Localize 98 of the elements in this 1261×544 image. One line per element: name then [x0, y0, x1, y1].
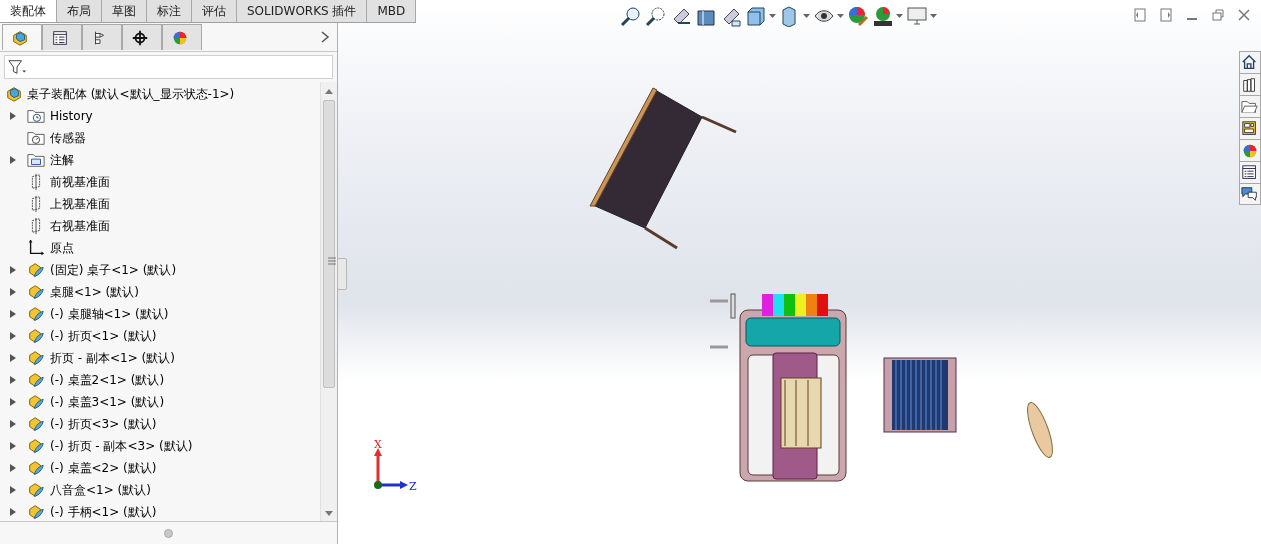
tree-item[interactable]: 传感器 — [50, 129, 86, 147]
magnifier-button[interactable] — [645, 5, 667, 27]
expand-arrow-icon[interactable] — [10, 442, 16, 450]
history-folder-icon — [26, 107, 46, 125]
tree-item[interactable]: History — [50, 109, 93, 123]
expand-arrow-icon[interactable] — [10, 508, 16, 516]
expand-arrow-icon[interactable] — [10, 310, 16, 318]
part-icon — [26, 459, 46, 477]
tree-item[interactable]: 桌腿<1> (默认) — [50, 283, 139, 301]
assembly-icon — [4, 85, 24, 103]
panel-tab[interactable] — [42, 24, 82, 50]
cube-icon[interactable] — [745, 5, 767, 27]
tree-item[interactable]: (-) 桌盖3<1> (默认) — [50, 393, 165, 411]
scroll-up-icon[interactable] — [325, 88, 333, 94]
expand-arrow-icon[interactable] — [10, 288, 16, 296]
expand-arrow-icon[interactable] — [10, 398, 16, 406]
list-icon[interactable] — [50, 28, 70, 47]
tree-item[interactable]: 八音盒<1> (默认) — [50, 481, 151, 499]
command-tab[interactable]: MBD — [367, 0, 417, 22]
origin-dot — [374, 481, 382, 489]
caret-icon[interactable] — [930, 14, 937, 18]
expand-arrow-icon[interactable] — [10, 376, 16, 384]
monitor-icon[interactable] — [906, 5, 928, 27]
part-icon — [26, 261, 46, 279]
tree-item[interactable]: (-) 折页 - 副本<3> (默认) — [50, 437, 193, 455]
origin-icon — [26, 239, 46, 257]
part-icon — [26, 327, 46, 345]
tree-item[interactable]: 右视基准面 — [50, 217, 110, 235]
scroll-down-icon[interactable] — [325, 511, 333, 517]
part-icon — [26, 371, 46, 389]
splitter-handle[interactable] — [164, 528, 173, 538]
annotation-folder-icon — [26, 151, 46, 169]
x-axis-arrow — [374, 448, 382, 484]
gauge-folder-icon — [26, 129, 46, 147]
crosshair-icon[interactable] — [130, 28, 150, 47]
magnifier-button[interactable] — [620, 5, 642, 27]
color-ball-scene-button[interactable] — [872, 5, 903, 27]
disc-drawing — [1027, 402, 1053, 458]
tree-item[interactable]: (-) 折页<3> (默认) — [50, 415, 157, 433]
assembly-icon[interactable] — [10, 28, 30, 47]
axis-label: Z — [409, 480, 417, 493]
tree-item[interactable]: 折页 - 副本<1> (默认) — [50, 349, 175, 367]
caret-icon[interactable] — [837, 14, 844, 18]
caret-icon[interactable] — [769, 14, 776, 18]
filter-icon[interactable] — [7, 58, 27, 76]
tree-item[interactable]: (-) 桌盖<2> (默认) — [50, 459, 157, 477]
part-icon — [26, 437, 46, 455]
scrollbar-thumb[interactable] — [323, 100, 335, 388]
expand-arrow-icon[interactable] — [10, 266, 16, 274]
part-icon — [26, 503, 46, 521]
part-icon — [26, 481, 46, 499]
expand-arrow-icon[interactable] — [10, 354, 16, 362]
tree-item[interactable]: 注解 — [50, 151, 74, 169]
command-tab[interactable]: SOLIDWORKS 插件 — [237, 0, 368, 22]
color-ball-scene-icon[interactable] — [872, 5, 894, 27]
tree-item[interactable]: (-) 桌腿轴<1> (默认) — [50, 305, 169, 323]
expand-arrow-icon[interactable] — [10, 420, 16, 428]
tree-item[interactable]: 原点 — [50, 239, 74, 257]
caret-icon[interactable] — [803, 14, 810, 18]
scrollbar[interactable] — [320, 82, 337, 521]
command-tab[interactable]: 布局 — [57, 0, 102, 22]
grip-icon — [328, 257, 336, 265]
tree-item[interactable]: (-) 手柄<1> (默认) — [50, 503, 157, 521]
cube-button[interactable] — [745, 5, 776, 27]
tree-item[interactable]: 上视基准面 — [50, 195, 110, 213]
tree-item[interactable]: 前视基准面 — [50, 173, 110, 191]
panel-left-icon[interactable] — [1133, 8, 1147, 22]
expand-arrow-icon[interactable] — [10, 332, 16, 340]
monitor-button[interactable] — [906, 5, 937, 27]
axis-label: X — [374, 440, 382, 451]
panel-right-icon[interactable] — [1159, 8, 1173, 22]
command-tab[interactable]: 评估 — [192, 0, 237, 22]
panel-tab[interactable] — [122, 24, 162, 50]
part-icon — [26, 393, 46, 411]
splitter-handle[interactable] — [337, 258, 347, 290]
expand-arrow-icon[interactable] — [10, 112, 16, 120]
part-icon — [26, 305, 46, 323]
tree-item[interactable]: (-) 桌盖2<1> (默认) — [50, 371, 165, 389]
part-icon — [26, 349, 46, 367]
part-icon — [26, 283, 46, 301]
filter-field[interactable] — [4, 55, 333, 79]
close-icon[interactable] — [1237, 8, 1251, 22]
color-ball-pencil-button[interactable] — [847, 5, 869, 27]
z-axis-arrow — [380, 481, 408, 489]
part-icon — [26, 415, 46, 433]
command-tab[interactable]: 草图 — [102, 0, 147, 22]
caret-icon[interactable] — [896, 14, 903, 18]
tree-root-label[interactable]: 桌子装配体 (默认<默认_显示状态-1>) — [27, 85, 235, 103]
shaded-box-button[interactable] — [779, 5, 810, 27]
command-tab[interactable]: 标注 — [147, 0, 192, 22]
expand-arrow-icon[interactable] — [10, 464, 16, 472]
expand-arrow-icon[interactable] — [10, 486, 16, 494]
expand-arrow-icon[interactable] — [10, 156, 16, 164]
chevron-right-icon[interactable] — [319, 30, 331, 44]
command-tab[interactable]: 装配体 — [0, 0, 57, 22]
restore-icon[interactable] — [1211, 8, 1225, 22]
tree-item[interactable]: (-) 折页<1> (默认) — [50, 327, 157, 345]
tree-item[interactable]: (固定) 桌子<1> (默认) — [50, 261, 177, 279]
